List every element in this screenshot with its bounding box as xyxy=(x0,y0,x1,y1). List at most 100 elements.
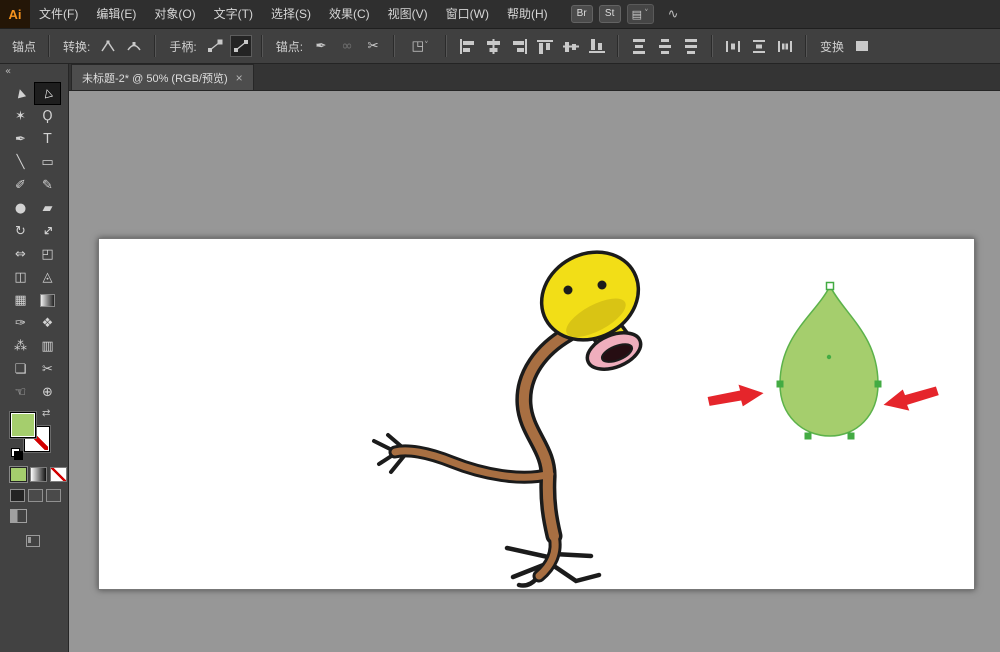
eraser-tool[interactable]: ▰ xyxy=(34,197,61,220)
distribute-center-icon xyxy=(657,39,674,54)
menu-item-file[interactable]: 文件(F) xyxy=(30,0,87,28)
connect-endpoints-button[interactable]: ∞ xyxy=(336,35,358,57)
convert-to-smooth-button[interactable] xyxy=(123,35,145,57)
column-graph-tool[interactable]: ▥ xyxy=(34,335,61,358)
none-button[interactable] xyxy=(50,467,67,482)
zoom-tool[interactable]: ⊕ xyxy=(34,381,61,404)
paintbrush-tool[interactable]: ✐ xyxy=(7,174,34,197)
cs-live-icon[interactable]: ∿ xyxy=(668,7,679,22)
distribute-vertical-spacing-button[interactable] xyxy=(748,35,770,57)
document-tab[interactable]: 未标题-2* @ 50% (RGB/预览) × xyxy=(71,64,254,90)
magic-wand-tool[interactable]: ✶ xyxy=(7,105,34,128)
plant-character[interactable] xyxy=(374,239,654,586)
menu-item-view[interactable]: 视图(V) xyxy=(379,0,437,28)
swap-swatches-icon[interactable]: ⇄ xyxy=(42,408,50,419)
anchor-point-bottom-left[interactable] xyxy=(805,433,812,440)
mesh-tool[interactable]: ▦ xyxy=(7,289,34,312)
fill-swatch[interactable] xyxy=(10,412,36,438)
pencil-tool[interactable]: ✎ xyxy=(34,174,61,197)
menu-item-edit[interactable]: 编辑(E) xyxy=(87,0,145,28)
shape-builder-tool[interactable]: ◫ xyxy=(7,266,34,289)
artboard[interactable] xyxy=(98,238,975,590)
eye-right xyxy=(598,281,607,290)
perspective-grid-tool[interactable]: ◬ xyxy=(34,266,61,289)
tab-close-button[interactable]: × xyxy=(236,71,243,85)
hide-handles-button[interactable] xyxy=(230,35,252,57)
blend-tool[interactable]: ❖ xyxy=(34,312,61,335)
direct-selection-icon: ▷ xyxy=(40,88,55,100)
stock-button[interactable]: St xyxy=(599,5,621,23)
default-swatches-icon[interactable] xyxy=(11,448,23,458)
eyedropper-tool[interactable]: ✑ xyxy=(7,312,34,335)
anchor-point-left[interactable] xyxy=(777,381,784,388)
anchor-point-top[interactable] xyxy=(827,283,834,290)
width-tool[interactable]: ⇔ xyxy=(7,243,34,266)
align-vertical-middle-button[interactable] xyxy=(560,35,582,57)
canvas[interactable] xyxy=(69,91,1000,652)
delete-anchor-button[interactable]: ✒ xyxy=(310,35,332,57)
gradient-button[interactable] xyxy=(30,467,47,482)
distribute-horizontal-spacing-button[interactable] xyxy=(722,35,744,57)
separator xyxy=(445,35,447,57)
blob-brush-tool[interactable]: ● xyxy=(7,197,34,220)
pen-tool[interactable]: ✒ xyxy=(7,128,34,151)
isolate-object-button[interactable]: ◳ ˅ xyxy=(404,35,436,57)
scale-tool[interactable]: ↕ xyxy=(34,220,61,243)
workspace-switcher[interactable]: ▤ ˅ xyxy=(627,4,654,24)
fill-stroke-indicator: ⇄ xyxy=(10,412,56,460)
draw-inside-button[interactable] xyxy=(46,489,61,502)
align-horizontal-center-button[interactable] xyxy=(482,35,504,57)
panel-icon[interactable] xyxy=(26,535,40,547)
align-vertical-bottom-button[interactable] xyxy=(586,35,608,57)
transform-icon xyxy=(854,39,870,53)
lasso-tool[interactable]: Ϙ xyxy=(34,105,61,128)
bridge-button[interactable]: Br xyxy=(571,5,593,23)
separator xyxy=(261,35,263,57)
illustrator-window: Ai 文件(F) 编辑(E) 对象(O) 文字(T) 选择(S) 效果(C) 视… xyxy=(0,0,1000,652)
leaf-shape[interactable] xyxy=(777,283,882,440)
symbol-sprayer-tool[interactable]: ⁂ xyxy=(7,335,34,358)
app-logo[interactable]: Ai xyxy=(0,0,30,28)
width-icon: ⇔ xyxy=(15,247,26,262)
line-segment-tool[interactable]: ╲ xyxy=(7,151,34,174)
menu-item-help[interactable]: 帮助(H) xyxy=(498,0,557,28)
connect-paths-icon: ∞ xyxy=(341,39,352,54)
rectangle-tool[interactable]: ▭ xyxy=(34,151,61,174)
color-button[interactable] xyxy=(10,467,27,482)
menu-item-effect[interactable]: 效果(C) xyxy=(320,0,379,28)
menu-item-select[interactable]: 选择(S) xyxy=(262,0,320,28)
free-transform-tool[interactable]: ◰ xyxy=(34,243,61,266)
align-to-selection-button[interactable] xyxy=(774,35,796,57)
screen-mode-button[interactable] xyxy=(10,509,27,523)
menu-item-object[interactable]: 对象(O) xyxy=(145,0,204,28)
menu-item-type[interactable]: 文字(T) xyxy=(205,0,262,28)
rotate-tool[interactable]: ↻ xyxy=(7,220,34,243)
align-horizontal-right-button[interactable] xyxy=(508,35,530,57)
hand-tool[interactable]: ☜ xyxy=(7,381,34,404)
transform-panel-button[interactable] xyxy=(851,35,873,57)
distribute-vertical-center-button[interactable] xyxy=(654,35,676,57)
leaf-path[interactable] xyxy=(780,286,878,436)
align-middle-icon xyxy=(563,39,580,54)
artboard-tool[interactable]: ❏ xyxy=(7,358,34,381)
collapse-panel-button[interactable]: « xyxy=(5,66,11,77)
convert-to-corner-button[interactable] xyxy=(97,35,119,57)
draw-behind-button[interactable] xyxy=(28,489,43,502)
gradient-tool[interactable] xyxy=(34,289,61,312)
menu-item-window[interactable]: 窗口(W) xyxy=(437,0,498,28)
direct-selection-tool[interactable]: ▷ xyxy=(34,82,61,105)
type-tool[interactable]: T xyxy=(34,128,61,151)
anchor-point-right[interactable] xyxy=(875,381,882,388)
distribute-vertical-bottom-button[interactable] xyxy=(680,35,702,57)
gradient-icon xyxy=(40,294,55,307)
anchor-point-bottom-right[interactable] xyxy=(848,433,855,440)
cut-path-button[interactable]: ✂ xyxy=(362,35,384,57)
align-horizontal-left-button[interactable] xyxy=(456,35,478,57)
align-bottom-icon xyxy=(589,39,606,54)
show-handles-button[interactable] xyxy=(204,35,226,57)
align-vertical-top-button[interactable] xyxy=(534,35,556,57)
selection-tool[interactable]: ▶ xyxy=(7,82,34,105)
draw-normal-button[interactable] xyxy=(10,489,25,502)
slice-tool[interactable]: ✂ xyxy=(34,358,61,381)
distribute-vertical-top-button[interactable] xyxy=(628,35,650,57)
